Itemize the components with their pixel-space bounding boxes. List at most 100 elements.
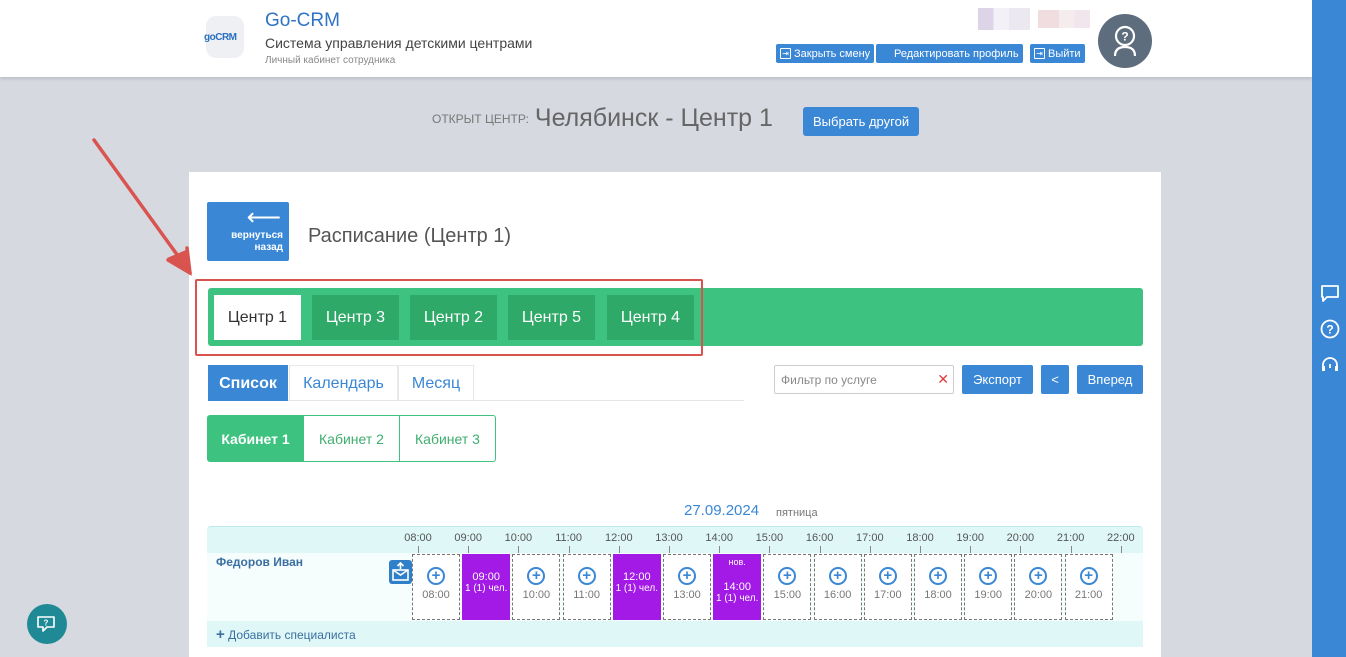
chat-icon[interactable] [1320, 283, 1340, 303]
slot-time: 20:00 [1024, 589, 1053, 601]
slot-time: 08:00 [422, 589, 450, 601]
plus-icon: + [216, 626, 225, 643]
open-center-name: Челябинск - Центр 1 [534, 104, 773, 132]
hour-label: 20:00 [1006, 532, 1035, 544]
free-slot[interactable]: +15:00 [763, 554, 812, 620]
hour-label: 11:00 [555, 532, 582, 544]
free-slot[interactable]: +10:00 [512, 554, 561, 620]
hour-label: 18:00 [906, 532, 934, 544]
add-booking-icon[interactable]: + [1029, 567, 1048, 585]
slot-attendees: 1 (1) чел. [615, 583, 658, 594]
hour-label: 19:00 [956, 532, 984, 544]
hour-tick [869, 546, 871, 553]
add-booking-icon[interactable]: + [979, 567, 998, 585]
schedule-weekday: пятница [776, 507, 818, 519]
hour-label: 13:00 [655, 532, 683, 544]
add-booking-icon[interactable]: + [828, 567, 847, 585]
blurred-user-name [978, 8, 1030, 30]
room-1-button[interactable]: Кабинет 1 [207, 415, 304, 462]
hour-label: 09:00 [454, 532, 482, 544]
free-slot[interactable]: +11:00 [562, 554, 611, 620]
tab-calendar[interactable]: Календарь [289, 365, 398, 401]
hour-label: 17:00 [856, 532, 884, 544]
free-slot[interactable]: +08:00 [412, 554, 460, 620]
close-shift-button[interactable]: ⇥ Закрыть смену [776, 44, 875, 63]
free-slot[interactable]: +16:00 [813, 554, 862, 620]
hour-tick [468, 546, 470, 553]
edit-profile-button[interactable]: Редактировать профиль [876, 44, 1023, 63]
slot-attendees: 1 (1) чел. [715, 593, 759, 604]
blurred-user-role [1038, 10, 1090, 28]
hour-label: 08:00 [404, 532, 432, 544]
tab-month[interactable]: Месяц [398, 365, 474, 401]
open-center-label: ОТКРЫТ ЦЕНТР: [432, 111, 529, 126]
slot-time: 21:00 [1074, 589, 1103, 601]
add-booking-icon[interactable]: + [878, 567, 897, 585]
choose-other-center-button[interactable]: Выбрать другой [803, 107, 920, 136]
slot-time: 15:00 [773, 589, 802, 601]
add-booking-icon[interactable]: + [678, 567, 696, 585]
room-3-button[interactable]: Кабинет 3 [399, 415, 496, 462]
hour-tick [769, 546, 771, 553]
free-slot[interactable]: +19:00 [964, 554, 1013, 620]
svg-text:?: ? [1326, 323, 1333, 337]
free-slot[interactable]: +18:00 [914, 554, 962, 620]
add-booking-icon[interactable]: + [778, 567, 797, 585]
chat-widget-button[interactable]: ? [27, 604, 67, 644]
room-2-button[interactable]: Кабинет 2 [303, 415, 400, 462]
hour-label: 14:00 [705, 532, 733, 544]
user-unknown-icon: ? [1113, 25, 1137, 57]
service-filter-input[interactable] [775, 366, 930, 393]
export-button[interactable]: Экспорт [962, 365, 1033, 394]
add-booking-icon[interactable]: + [427, 567, 445, 585]
support-headset-icon[interactable] [1320, 355, 1340, 375]
add-specialist-link[interactable]: + Добавить специалиста [216, 626, 356, 643]
slot-time: 17:00 [874, 589, 902, 601]
specialist-name[interactable]: Федоров Иван [216, 555, 303, 569]
free-slot[interactable]: +17:00 [863, 554, 912, 620]
brand-subtitle: Система управления детскими центрами [265, 35, 533, 51]
add-booking-icon[interactable]: + [1079, 567, 1098, 585]
add-booking-icon[interactable]: + [527, 567, 546, 585]
help-chat-icon: ? [37, 616, 55, 632]
hour-tick [719, 546, 721, 553]
slot-time: 14:00 [723, 581, 751, 593]
clear-icon[interactable]: ✕ [937, 371, 949, 388]
hour-tick [418, 546, 419, 553]
send-message-button[interactable] [389, 560, 412, 584]
brand-title: Go-CRM [265, 10, 340, 31]
free-slot[interactable]: +21:00 [1064, 554, 1113, 620]
annotation-highlight-box [195, 279, 703, 356]
slot-time: 13:00 [673, 589, 701, 601]
prev-button[interactable]: < [1041, 365, 1069, 394]
slot-time: 09:00 [472, 571, 500, 583]
help-icon[interactable]: ? [1320, 319, 1340, 339]
booked-slot[interactable]: 09:00 1 (1) чел. [462, 554, 511, 620]
hour-label: 22:00 [1107, 532, 1135, 544]
schedule-date: 27.09.2024 [684, 502, 760, 519]
hour-tick [970, 546, 972, 553]
free-slot[interactable]: +20:00 [1014, 554, 1063, 620]
hour-label: 16:00 [805, 532, 834, 544]
exit-icon: ⇥ [780, 48, 791, 59]
slot-time: 19:00 [974, 589, 1002, 601]
booked-slot[interactable]: нов. 14:00 1 (1) чел. [713, 554, 762, 620]
hour-tick [1020, 546, 1022, 553]
add-booking-icon[interactable]: + [577, 567, 596, 585]
hour-tick [819, 546, 821, 553]
page-title: Расписание (Центр 1) [308, 225, 512, 247]
edit-profile-label: Редактировать профиль [894, 47, 1019, 60]
open-center-line: ОТКРЫТ ЦЕНТР: Челябинск - Центр 1 [432, 104, 773, 133]
svg-text:?: ? [1121, 30, 1128, 44]
free-slot[interactable]: +13:00 [663, 554, 711, 620]
svg-text:?: ? [44, 619, 49, 628]
add-booking-icon[interactable]: + [929, 567, 947, 585]
hour-tick [669, 546, 670, 553]
hour-tick [568, 546, 570, 553]
booked-slot[interactable]: 12:00 1 (1) чел. [612, 554, 661, 620]
tab-list[interactable]: Список [208, 365, 288, 401]
avatar[interactable]: ? [1098, 14, 1152, 68]
logout-button[interactable]: ⇥ Выйти [1030, 44, 1085, 63]
annotation-arrow [92, 138, 192, 276]
next-button[interactable]: Вперед [1077, 365, 1143, 394]
